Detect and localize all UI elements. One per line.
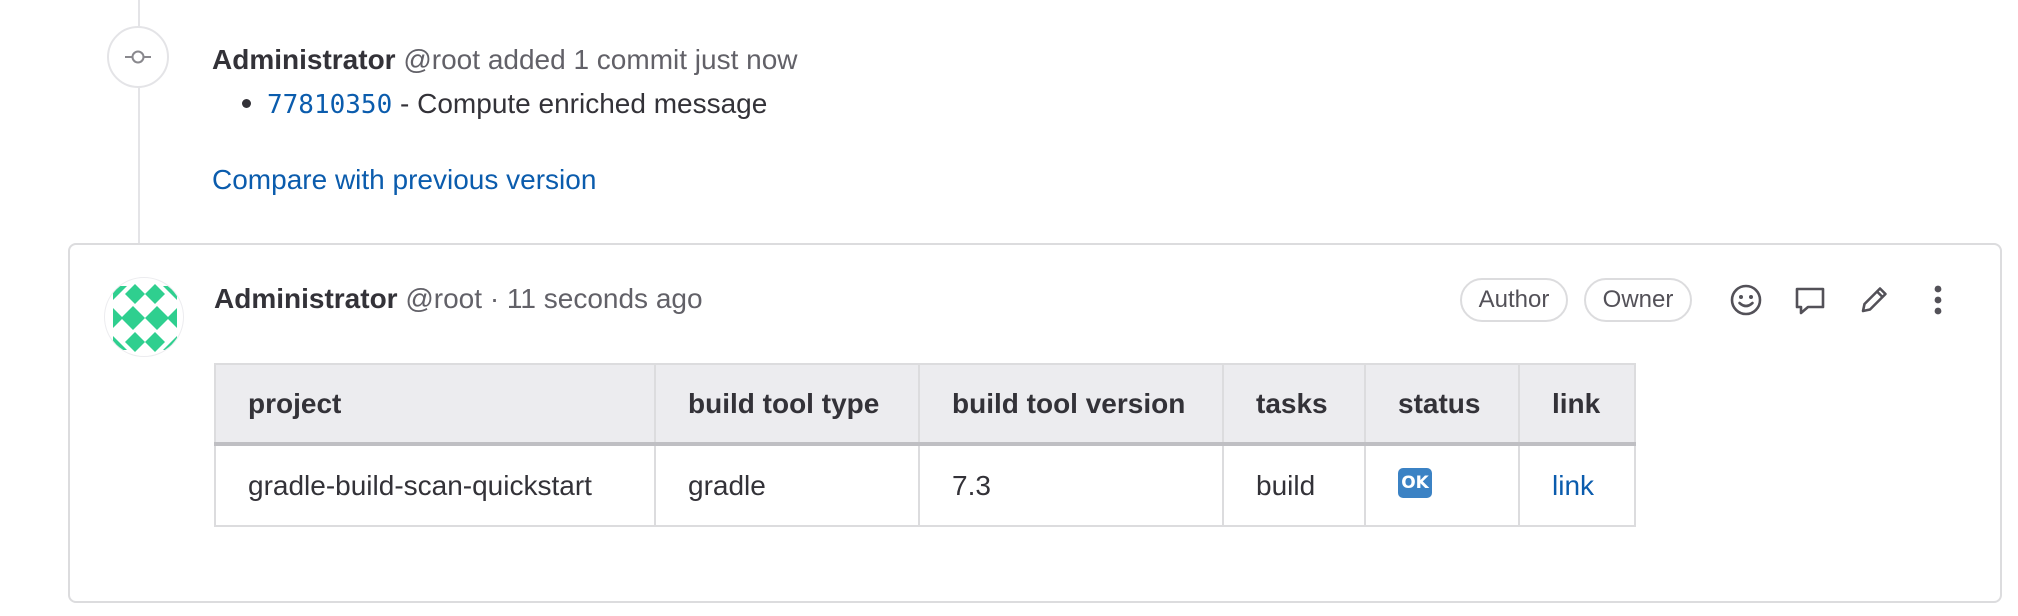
column-header-project: project xyxy=(214,363,656,446)
system-note-author-handle[interactable]: @root xyxy=(403,44,480,75)
build-results-table: project build tool type build tool versi… xyxy=(214,363,1636,527)
cell-project: gradle-build-scan-quickstart xyxy=(214,443,656,527)
compare-with-previous-version-link[interactable]: Compare with previous version xyxy=(212,160,596,200)
column-header-tasks: tasks xyxy=(1222,363,1366,446)
comment-icon[interactable] xyxy=(1790,280,1830,320)
list-bullet xyxy=(242,99,251,109)
commit-separator: - xyxy=(392,88,418,119)
comment-author-handle[interactable]: @root xyxy=(405,283,482,314)
comment-card: Administrator @root · 11 seconds ago Aut… xyxy=(68,243,2002,603)
cell-tasks: build xyxy=(1222,443,1366,527)
cell-status: OK xyxy=(1364,443,1520,527)
smiley-icon[interactable] xyxy=(1726,280,1766,320)
column-header-build-tool-version: build tool version xyxy=(918,363,1224,446)
ok-status-icon: OK xyxy=(1398,468,1432,499)
table-row: gradle-build-scan-quickstart gradle 7.3 … xyxy=(214,443,1636,527)
owner-badge: Owner xyxy=(1584,278,1692,322)
pencil-icon[interactable] xyxy=(1854,280,1894,320)
column-header-link: link xyxy=(1518,363,1636,446)
table-header-row: project build tool type build tool versi… xyxy=(214,363,1636,446)
comment-timestamp[interactable]: 11 seconds ago xyxy=(507,283,703,314)
cell-build-tool-version: 7.3 xyxy=(918,443,1224,527)
header-separator: · xyxy=(489,283,500,314)
system-note-action-text: added 1 commit just now xyxy=(487,44,798,75)
cell-build-tool-type: gradle xyxy=(654,443,920,527)
commit-list-item: 77810350 - Compute enriched message xyxy=(212,84,767,125)
system-note-header: Administrator @root added 1 commit just … xyxy=(212,40,798,80)
system-note-author-name[interactable]: Administrator xyxy=(212,44,396,75)
avatar[interactable] xyxy=(104,277,184,357)
author-badge: Author xyxy=(1460,278,1568,322)
comment-header: Administrator @root · 11 seconds ago xyxy=(214,279,703,319)
commit-message: Compute enriched message xyxy=(417,88,768,119)
build-scan-link[interactable]: link xyxy=(1552,470,1594,501)
column-header-status: status xyxy=(1364,363,1520,446)
kebab-menu-icon[interactable] xyxy=(1918,280,1958,320)
comment-author-name[interactable]: Administrator xyxy=(214,283,398,314)
cell-link: link xyxy=(1518,443,1636,527)
commit-icon xyxy=(107,26,169,88)
column-header-build-tool-type: build tool type xyxy=(654,363,920,446)
commit-sha-link[interactable]: 77810350 xyxy=(267,90,392,120)
